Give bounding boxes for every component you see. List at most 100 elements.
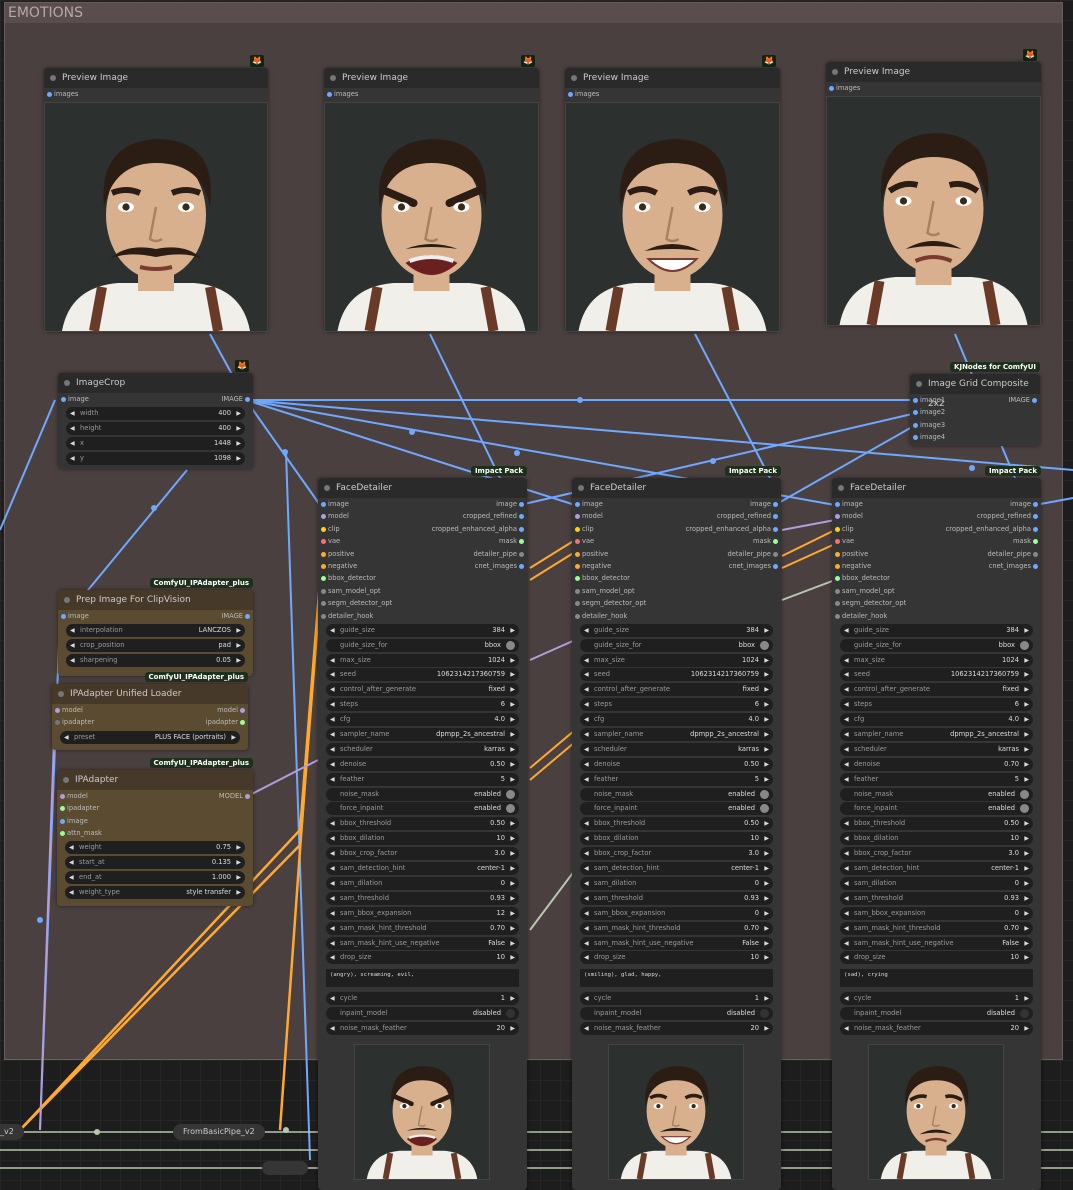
- input-socket[interactable]: [913, 410, 918, 416]
- fd-sam-dilation-widget[interactable]: sam_dilation 0: [326, 876, 519, 890]
- fd-bbox-threshold-widget[interactable]: bbox_threshold 0.50: [580, 817, 773, 831]
- preview-image-node[interactable]: Preview Image images: [819, 62, 1048, 326]
- wildcard-prompt-text[interactable]: (smiling), glad, happy,: [580, 969, 773, 988]
- fd-denoise-widget[interactable]: denoise 0.50: [580, 757, 773, 771]
- pipe-node-left[interactable]: _v2: [0, 1124, 24, 1140]
- node-title[interactable]: FaceDetailer: [832, 478, 1041, 498]
- fd-sam-threshold-widget[interactable]: sam_threshold 0.93: [580, 891, 773, 905]
- input-socket[interactable]: [568, 92, 573, 97]
- input-socket[interactable]: [321, 539, 326, 545]
- output-socket[interactable]: [1032, 398, 1037, 403]
- toggle-knob[interactable]: [760, 640, 769, 650]
- fd-inpaint-model-widget[interactable]: inpaint_model disabled: [580, 1007, 773, 1021]
- input-socket[interactable]: [835, 563, 840, 569]
- fd-noise-mask-feather-widget[interactable]: noise_mask_feather 20: [326, 1022, 519, 1036]
- output-socket[interactable]: [240, 720, 245, 726]
- fd-feather-widget[interactable]: feather 5: [580, 772, 773, 786]
- prep-sharpening-widget[interactable]: sharpening 0.05: [66, 654, 245, 668]
- ipadapter-node[interactable]: IPAdapter ComfyUI_IPAdapter_plus model MODE…: [57, 758, 253, 906]
- node-title[interactable]: Preview Image: [44, 68, 268, 88]
- toggle-knob[interactable]: [760, 789, 769, 799]
- toggle-knob[interactable]: [760, 1009, 769, 1019]
- node-title[interactable]: FaceDetailer: [318, 478, 527, 498]
- output-socket[interactable]: [1033, 514, 1038, 520]
- input-socket[interactable]: [321, 601, 326, 607]
- output-socket[interactable]: [1033, 539, 1038, 545]
- fd-feather-widget[interactable]: feather 5: [326, 772, 519, 786]
- input-socket[interactable]: [55, 708, 60, 713]
- crop-width-widget[interactable]: width 400: [66, 407, 245, 421]
- output-socket[interactable]: [1033, 526, 1038, 532]
- input-socket[interactable]: [321, 526, 326, 532]
- preview-image-node[interactable]: Preview Image images: [42, 68, 270, 332]
- crop-x-widget[interactable]: x 1448: [66, 437, 245, 451]
- fd-sam-dilation-widget[interactable]: sam_dilation 0: [840, 876, 1033, 890]
- fd-sam-mask-hint-use-negative-widget[interactable]: sam_mask_hint_use_negative False: [840, 936, 1033, 950]
- input-socket[interactable]: [575, 514, 580, 520]
- fd-guide-size-for-widget[interactable]: guide_size_for bbox: [840, 638, 1033, 652]
- fd-max-size-widget[interactable]: max_size 1024: [326, 653, 519, 667]
- toggle-knob[interactable]: [1020, 804, 1029, 814]
- input-socket[interactable]: [47, 92, 52, 97]
- input-socket[interactable]: [913, 398, 918, 403]
- fd-sam-threshold-widget[interactable]: sam_threshold 0.93: [326, 891, 519, 905]
- node-title[interactable]: Preview Image: [565, 68, 780, 88]
- fd-inpaint-model-widget[interactable]: inpaint_model disabled: [840, 1007, 1033, 1021]
- crop-height-widget[interactable]: height 400: [66, 422, 245, 436]
- output-socket[interactable]: [773, 526, 778, 532]
- output-socket[interactable]: [1033, 551, 1038, 557]
- ipadapter-loader-node[interactable]: IPAdapter Unified Loader ComfyUI_IPAdapte…: [52, 672, 248, 750]
- fd-max-size-widget[interactable]: max_size 1024: [840, 653, 1033, 667]
- output-socket[interactable]: [245, 397, 250, 402]
- ipa-weight-widget[interactable]: weight 0.75: [65, 841, 245, 855]
- group-title[interactable]: EMOTIONS: [5, 3, 1062, 23]
- input-socket[interactable]: [835, 514, 840, 520]
- input-socket[interactable]: [575, 539, 580, 545]
- preview-image-node[interactable]: Preview Image images: [317, 68, 546, 332]
- fd-bbox-crop-factor-widget[interactable]: bbox_crop_factor 3.0: [326, 847, 519, 861]
- fd-drop-size-widget[interactable]: drop_size 10: [326, 951, 519, 965]
- fd-sam-bbox-expansion-widget[interactable]: sam_bbox_expansion 0: [840, 906, 1033, 920]
- fd-control-after-generate-widget[interactable]: control_after_generate fixed: [580, 683, 773, 697]
- toggle-knob[interactable]: [1020, 789, 1029, 799]
- reroute-dot[interactable]: [94, 1129, 100, 1135]
- output-socket[interactable]: [773, 514, 778, 520]
- output-socket[interactable]: [519, 526, 524, 532]
- fd-steps-widget[interactable]: steps 6: [580, 698, 773, 712]
- fd-bbox-threshold-widget[interactable]: bbox_threshold 0.50: [840, 817, 1033, 831]
- input-socket[interactable]: [575, 576, 580, 582]
- fd-sam-mask-hint-use-negative-widget[interactable]: sam_mask_hint_use_negative False: [326, 936, 519, 950]
- node-title[interactable]: IPAdapter: [57, 770, 253, 790]
- input-socket[interactable]: [321, 502, 326, 507]
- prep-interpolation-widget[interactable]: interpolation LANCZOS: [66, 624, 245, 638]
- input-socket[interactable]: [913, 435, 918, 441]
- toggle-knob[interactable]: [506, 804, 515, 814]
- fd-guide-size-widget[interactable]: guide_size 384: [580, 623, 773, 637]
- fd-sampler-name-widget[interactable]: sampler_name dpmpp_2s_ancestral: [326, 728, 519, 742]
- fd-drop-size-widget[interactable]: drop_size 10: [580, 951, 773, 965]
- fd-cycle-widget[interactable]: cycle 1: [580, 992, 773, 1006]
- fd-noise-mask-widget[interactable]: noise_mask enabled: [840, 787, 1033, 801]
- fd-noise-mask-widget[interactable]: noise_mask enabled: [580, 787, 773, 801]
- node-title[interactable]: Prep Image For ClipVision: [58, 590, 253, 610]
- output-socket[interactable]: [1033, 563, 1038, 569]
- output-socket[interactable]: [773, 539, 778, 545]
- fd-seed-widget[interactable]: seed 1062314217360759: [840, 668, 1033, 682]
- image-grid-node[interactable]: Image Grid Composite 2x2 KJNodes for Comf…: [910, 362, 1040, 446]
- input-socket[interactable]: [575, 601, 580, 607]
- output-socket[interactable]: [245, 614, 250, 619]
- fd-sam-mask-hint-use-negative-widget[interactable]: sam_mask_hint_use_negative False: [580, 936, 773, 950]
- fd-control-after-generate-widget[interactable]: control_after_generate fixed: [326, 683, 519, 697]
- fd-steps-widget[interactable]: steps 6: [326, 698, 519, 712]
- fd-feather-widget[interactable]: feather 5: [840, 772, 1033, 786]
- input-socket[interactable]: [829, 86, 834, 91]
- fd-scheduler-widget[interactable]: scheduler karras: [326, 742, 519, 756]
- fd-sam-threshold-widget[interactable]: sam_threshold 0.93: [840, 891, 1033, 905]
- wildcard-prompt-text[interactable]: (sad), crying: [840, 969, 1033, 988]
- input-socket[interactable]: [575, 502, 580, 507]
- fd-drop-size-widget[interactable]: drop_size 10: [840, 951, 1033, 965]
- node-title[interactable]: IPAdapter Unified Loader: [52, 684, 248, 704]
- input-socket[interactable]: [835, 588, 840, 594]
- input-socket[interactable]: [321, 563, 326, 569]
- fd-force-inpaint-widget[interactable]: force_inpaint enabled: [326, 802, 519, 816]
